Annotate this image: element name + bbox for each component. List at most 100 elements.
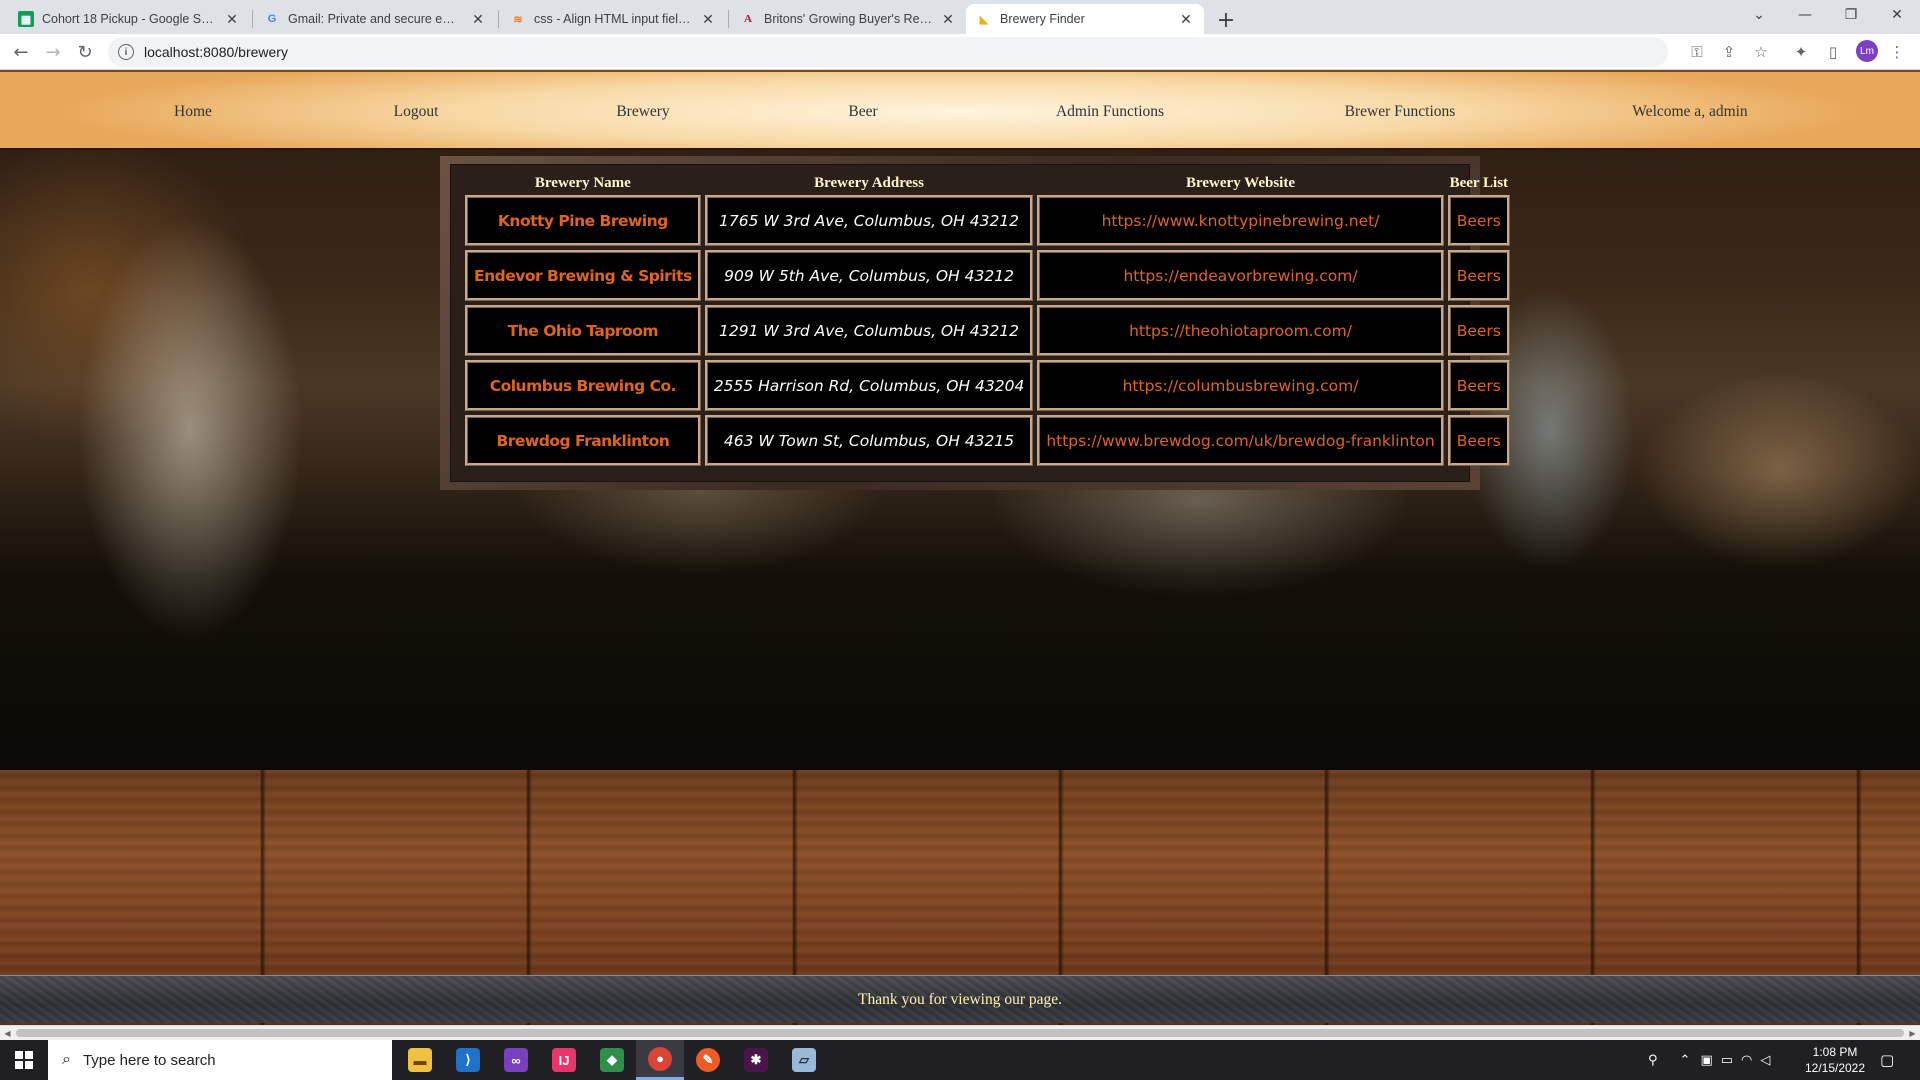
- nav-beer[interactable]: Beer: [803, 72, 923, 152]
- beers-link[interactable]: Beers: [1447, 250, 1510, 301]
- taskbar-visual-studio[interactable]: ∞: [492, 1040, 540, 1080]
- chevron-up-icon[interactable]: ⌃: [1680, 1053, 1691, 1068]
- scrollbar-thumb[interactable]: [16, 1029, 1904, 1037]
- minimize-button[interactable]: —: [1782, 0, 1828, 30]
- back-button[interactable]: ←: [8, 39, 34, 65]
- close-icon[interactable]: ✕: [700, 11, 716, 27]
- nav-logout[interactable]: Logout: [356, 72, 476, 152]
- tab-title: Britons' Growing Buyer's Remorse: [764, 12, 934, 26]
- beers-link[interactable]: Beers: [1447, 195, 1510, 246]
- close-icon[interactable]: ✕: [470, 11, 486, 27]
- brewery-name-cell: Endevor Brewing & Spirits: [465, 250, 701, 301]
- tab-title: Gmail: Private and secure email at no co…: [288, 12, 464, 26]
- taskbar-notes[interactable]: ▱: [780, 1040, 828, 1080]
- postman-icon: ✎: [696, 1048, 720, 1072]
- battery-icon[interactable]: ▭: [1721, 1053, 1733, 1068]
- horizontal-scrollbar[interactable]: ◀ ▶: [0, 1025, 1920, 1040]
- atlantic-icon: A: [744, 13, 752, 25]
- visual-studio-icon: ∞: [504, 1048, 528, 1072]
- close-icon[interactable]: ✕: [940, 11, 956, 27]
- profile-avatar[interactable]: Lm: [1856, 40, 1878, 62]
- brewery-website-link[interactable]: https://endeavorbrewing.com/: [1037, 250, 1444, 301]
- brewery-name-cell: Knotty Pine Brewing: [465, 195, 701, 246]
- people-icon[interactable]: ⚲: [1648, 1053, 1658, 1068]
- wifi-icon[interactable]: ◠: [1741, 1053, 1752, 1068]
- info-icon[interactable]: i: [118, 44, 134, 60]
- reload-button[interactable]: ↻: [72, 39, 98, 65]
- tab-gmail[interactable]: G Gmail: Private and secure email at no …: [254, 4, 496, 34]
- nav-admin-functions[interactable]: Admin Functions: [1030, 72, 1190, 152]
- windows-icon: [15, 1051, 33, 1069]
- table-row: Endevor Brewing & Spirits 909 W 5th Ave,…: [465, 250, 1510, 301]
- brewery-website-link[interactable]: https://columbusbrewing.com/: [1037, 360, 1444, 411]
- key-icon[interactable]: ⚿: [1686, 41, 1708, 63]
- taskbar-git[interactable]: ◆: [588, 1040, 636, 1080]
- brewery-address-cell: 2555 Harrison Rd, Columbus, OH 43204: [704, 360, 1034, 411]
- taskbar-vscode[interactable]: ⟩: [444, 1040, 492, 1080]
- start-button[interactable]: [0, 1040, 48, 1080]
- taskbar-clock[interactable]: 1:08 PM 12/15/2022: [1800, 1044, 1870, 1076]
- brewery-name-cell: Columbus Brewing Co.: [465, 360, 701, 411]
- tab-divider: [252, 10, 253, 28]
- scroll-right-icon[interactable]: ▶: [1905, 1026, 1920, 1041]
- extensions-icon[interactable]: ✦: [1790, 41, 1812, 63]
- volume-icon[interactable]: ◁: [1760, 1053, 1770, 1068]
- taskbar-chrome[interactable]: ●: [636, 1040, 684, 1080]
- tab-sheets[interactable]: ▦ Cohort 18 Pickup - Google Sheets ✕: [8, 4, 250, 34]
- table-header-row: Brewery Name Brewery Address Brewery Web…: [465, 175, 1510, 191]
- side-panel-icon[interactable]: ▯: [1822, 41, 1844, 63]
- taskbar-postman[interactable]: ✎: [684, 1040, 732, 1080]
- header-brewery-address: Brewery Address: [814, 175, 924, 191]
- search-placeholder: Type here to search: [82, 1051, 216, 1069]
- sheets-icon: ▦: [18, 11, 34, 27]
- notifications-icon[interactable]: ▢: [1880, 1040, 1894, 1080]
- nav-brewery[interactable]: Brewery: [583, 72, 703, 152]
- share-icon[interactable]: ⇪: [1718, 41, 1740, 63]
- close-icon[interactable]: ✕: [224, 11, 240, 27]
- taskbar-file-explorer[interactable]: ▬: [396, 1040, 444, 1080]
- taskbar-search[interactable]: ⌕ Type here to search: [48, 1040, 392, 1080]
- browser-toolbar: ← → ↻ i localhost:8080/brewery ⚿ ⇪ ☆ ✦ ▯…: [0, 34, 1920, 70]
- new-tab-button[interactable]: +: [1212, 6, 1240, 34]
- taskbar-slack[interactable]: ✱: [732, 1040, 780, 1080]
- forward-button[interactable]: →: [40, 39, 66, 65]
- brewery-address-cell: 1765 W 3rd Ave, Columbus, OH 43212: [704, 195, 1034, 246]
- taskbar-intellij[interactable]: IJ: [540, 1040, 588, 1080]
- tab-divider: [498, 10, 499, 28]
- address-bar[interactable]: i localhost:8080/brewery: [108, 37, 1668, 67]
- browser-tab-bar: ▦ Cohort 18 Pickup - Google Sheets ✕ G G…: [0, 0, 1920, 34]
- brewery-address-cell: 909 W 5th Ave, Columbus, OH 43212: [704, 250, 1034, 301]
- tab-atlantic[interactable]: A Britons' Growing Buyer's Remorse ✕: [730, 4, 966, 34]
- windows-taskbar: ⌕ Type here to search ▬ ⟩ ∞ IJ ◆ ● ✎ ✱ ▱…: [0, 1040, 1920, 1080]
- tab-brewery-finder[interactable]: ◣ Brewery Finder ✕: [966, 4, 1204, 34]
- search-icon: ⌕: [62, 1051, 71, 1068]
- menu-icon[interactable]: ⋮: [1886, 41, 1908, 63]
- tab-search-icon[interactable]: ⌄: [1736, 0, 1782, 30]
- beer-icon: ◣: [979, 13, 989, 26]
- git-icon: ◆: [600, 1048, 624, 1072]
- brewery-website-link[interactable]: https://www.knottypinebrewing.net/: [1037, 195, 1444, 246]
- brewery-name-cell: The Ohio Taproom: [465, 305, 701, 356]
- close-icon[interactable]: ✕: [1178, 11, 1194, 27]
- beers-link[interactable]: Beers: [1447, 360, 1510, 411]
- brewery-table-panel: Brewery Name Brewery Address Brewery Web…: [450, 164, 1510, 482]
- scroll-left-icon[interactable]: ◀: [0, 1026, 15, 1041]
- tab-title: Cohort 18 Pickup - Google Sheets: [42, 12, 218, 26]
- brewery-website-link[interactable]: https://www.brewdog.com/uk/brewdog-frank…: [1037, 415, 1444, 466]
- star-icon[interactable]: ☆: [1750, 41, 1772, 63]
- meet-icon[interactable]: ▣: [1700, 1053, 1712, 1068]
- beers-link[interactable]: Beers: [1447, 305, 1510, 356]
- brewery-website-link[interactable]: https://theohiotaproom.com/: [1037, 305, 1444, 356]
- nav-brewer-functions[interactable]: Brewer Functions: [1320, 72, 1480, 152]
- brewery-table-frame: Brewery Name Brewery Address Brewery Web…: [440, 156, 1510, 490]
- tab-stackoverflow[interactable]: ≋ css - Align HTML input fields by : ✕: [500, 4, 726, 34]
- clock-time: 1:08 PM: [1812, 1045, 1858, 1059]
- beers-link[interactable]: Beers: [1447, 415, 1510, 466]
- close-window-button[interactable]: ✕: [1874, 0, 1920, 30]
- brewery-table: Brewery Name Brewery Address Brewery Web…: [461, 171, 1514, 470]
- slack-icon: ✱: [744, 1048, 768, 1072]
- restore-button[interactable]: ❐: [1828, 0, 1874, 30]
- nav-home[interactable]: Home: [133, 72, 253, 152]
- brewery-address-cell: 463 W Town St, Columbus, OH 43215: [704, 415, 1034, 466]
- table-row: Knotty Pine Brewing 1765 W 3rd Ave, Colu…: [465, 195, 1510, 246]
